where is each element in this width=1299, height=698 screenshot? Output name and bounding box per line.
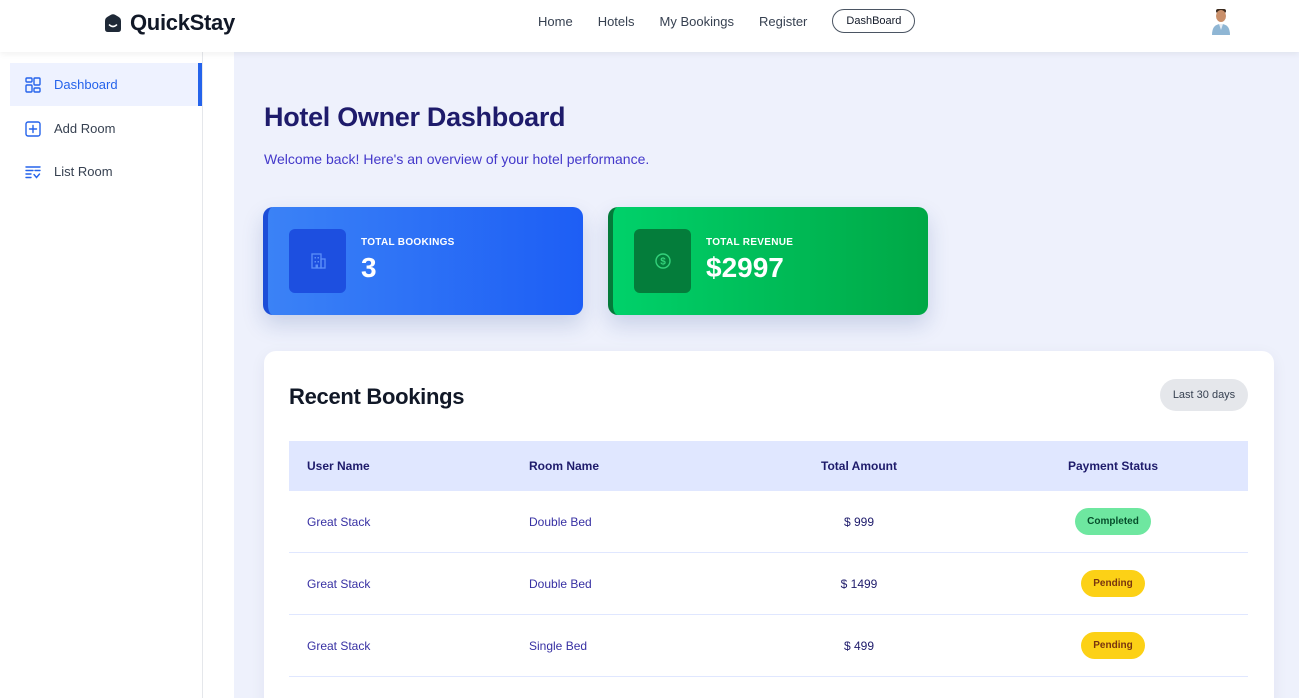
main-content: Hotel Owner Dashboard Welcome back! Here…	[234, 52, 1299, 698]
cell-room-name: Double Bed	[529, 514, 592, 529]
stat-icon-box	[289, 229, 346, 293]
main-nav: Home Hotels My Bookings Register DashBoa…	[538, 9, 916, 33]
brand-logo[interactable]: QuickStay	[102, 10, 235, 36]
stat-card-total-revenue: $ TOTAL REVENUE $2997	[608, 207, 928, 315]
sidebar-item-label: Dashboard	[54, 77, 118, 92]
nav-link-home[interactable]: Home	[538, 14, 573, 29]
sidebar-item-label: Add Room	[54, 121, 116, 136]
brand-name: QuickStay	[130, 10, 235, 35]
stat-label: TOTAL REVENUE	[706, 237, 794, 248]
status-badge: Pending	[1081, 570, 1145, 597]
cell-user-name: Great Stack	[307, 514, 371, 529]
table-row: Great Stack Double Bed $ 1499 Pending	[289, 553, 1248, 615]
column-header-total-amount: Total Amount	[821, 459, 897, 473]
cell-total-amount: $ 999	[843, 514, 875, 529]
column-header-room-name: Room Name	[529, 459, 600, 473]
dashboard-grid-icon	[25, 76, 41, 93]
add-square-icon	[25, 120, 41, 137]
status-badge: Pending	[1081, 632, 1145, 659]
dashboard-button[interactable]: DashBoard	[832, 9, 916, 33]
cell-user-name: Great Stack	[307, 638, 371, 653]
user-avatar[interactable]	[1210, 8, 1232, 36]
sidebar-item-list-room[interactable]: List Room	[10, 150, 202, 193]
cell-room-name: Double Bed	[529, 576, 592, 591]
svg-text:$: $	[660, 257, 666, 268]
cell-room-name: Single Bed	[529, 638, 588, 653]
nav-link-register[interactable]: Register	[759, 14, 807, 29]
sidebar-item-dashboard[interactable]: Dashboard	[10, 63, 202, 106]
cell-total-amount: $ 1499	[840, 576, 878, 591]
cell-payment-status: Pending	[1049, 615, 1177, 676]
column-header-payment-status: Payment Status	[1067, 459, 1159, 473]
sidebar-item-add-room[interactable]: Add Room	[10, 107, 202, 150]
house-logo-icon	[105, 14, 121, 33]
bookings-table-header: User Name Room Name Total Amount Payment…	[289, 441, 1248, 491]
date-range-filter[interactable]: Last 30 days	[1160, 379, 1248, 411]
stat-value: $2997	[706, 252, 784, 283]
column-header-user-name: User Name	[307, 459, 370, 473]
building-icon	[310, 253, 326, 269]
stat-icon-box: $	[634, 229, 691, 293]
cell-total-amount: $ 499	[843, 638, 875, 653]
nav-link-my-bookings[interactable]: My Bookings	[660, 14, 734, 29]
sidebar: Dashboard Add Room List Room	[0, 52, 203, 698]
top-navbar: QuickStay Home Hotels My Bookings Regist…	[0, 0, 1299, 52]
status-badge: Completed	[1075, 508, 1151, 535]
nav-link-hotels[interactable]: Hotels	[598, 14, 635, 29]
table-row: Great Stack Single Bed $ 499 Pending	[289, 615, 1248, 677]
cell-user-name: Great Stack	[307, 576, 371, 591]
table-row: Great Stack Double Bed $ 999 Completed	[289, 491, 1248, 553]
stat-label: TOTAL BOOKINGS	[361, 237, 455, 248]
cell-payment-status: Pending	[1049, 553, 1177, 614]
recent-bookings-card: Recent Bookings Last 30 days User Name R…	[264, 351, 1274, 698]
page-subtitle: Welcome back! Here's an overview of your…	[264, 151, 650, 167]
recent-bookings-title: Recent Bookings	[289, 384, 465, 409]
list-icon	[25, 165, 41, 179]
sidebar-item-label: List Room	[54, 164, 113, 179]
cell-payment-status: Completed	[1049, 491, 1177, 552]
stat-card-total-bookings: TOTAL BOOKINGS 3	[263, 207, 583, 315]
dollar-circle-icon: $	[654, 253, 671, 269]
page-title: Hotel Owner Dashboard	[264, 102, 566, 132]
stat-value: 3	[361, 252, 377, 283]
